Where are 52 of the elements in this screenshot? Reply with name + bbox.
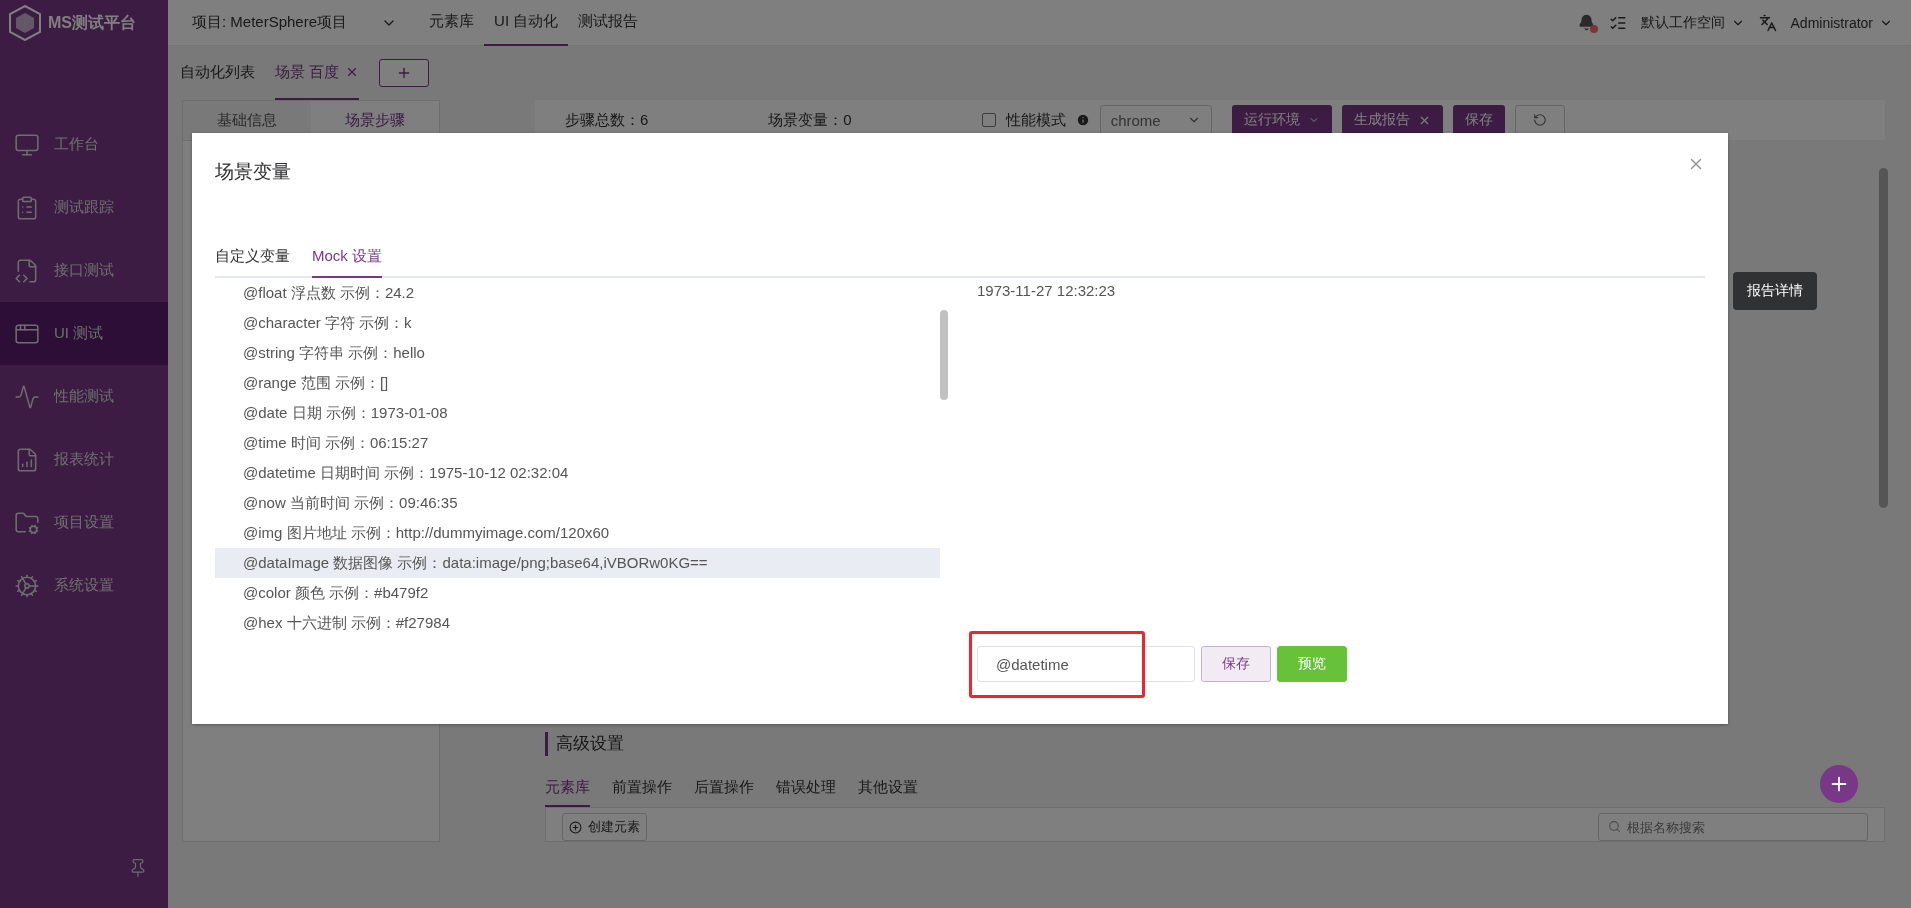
preview-result: 1973-11-27 12:32:23 <box>977 282 1117 299</box>
gear-icon <box>14 572 40 599</box>
page-tab[interactable]: 自动化列表 <box>180 46 255 100</box>
tooltip: 报告详情 <box>1733 272 1817 310</box>
settings-tab[interactable]: 前置操作 <box>612 778 672 807</box>
app-logo-text: MS测试平台 <box>48 12 136 33</box>
performance-label: 性能模式 <box>1005 110 1066 130</box>
add-tab-button[interactable] <box>379 59 430 87</box>
sidebar-item[interactable]: 项目设置 <box>0 491 168 554</box>
sidebar-item[interactable]: 接口测试 <box>0 239 168 302</box>
search-icon <box>1608 820 1621 833</box>
step-count: 步骤总数：6 <box>565 110 649 130</box>
dialog-tab[interactable]: 自定义变量 <box>215 239 290 278</box>
settings-tab[interactable]: 错误处理 <box>776 778 836 807</box>
logo-icon <box>8 5 42 41</box>
settings-tab[interactable]: 其他设置 <box>858 778 918 807</box>
workspace-name[interactable]: 默认工作空间 <box>1640 13 1725 32</box>
plus-circle-icon <box>569 820 582 834</box>
expression-input[interactable]: @datetime <box>977 646 1195 682</box>
save-button[interactable]: 保存 <box>1452 105 1505 135</box>
dialog-title: 场景变量 <box>215 160 291 184</box>
performance-checkbox[interactable] <box>981 113 996 127</box>
refresh-button[interactable] <box>1514 105 1565 135</box>
sidebar-item[interactable]: 工作台 <box>0 113 168 176</box>
section-title: 高级设置 <box>545 732 1885 756</box>
sidebar-item[interactable]: 系统设置 <box>0 554 168 617</box>
nav-tab[interactable]: UI 自动化 <box>484 0 569 46</box>
add-button[interactable] <box>1820 765 1858 803</box>
user-name[interactable]: Administrator <box>1790 14 1873 31</box>
sidebar-item[interactable]: 报表统计 <box>0 428 168 491</box>
save-button[interactable]: 保存 <box>1201 646 1271 682</box>
project-name[interactable]: 项目: MeterSphere项目 <box>192 13 348 32</box>
sidebar-item[interactable]: UI 测试 <box>0 302 168 365</box>
run-environment-button[interactable]: 运行环境 <box>1231 105 1332 135</box>
folder-gear-icon <box>14 509 40 536</box>
language-icon[interactable] <box>1758 13 1777 32</box>
nav-tab[interactable]: 元素库 <box>419 0 485 46</box>
generate-report-button[interactable]: 生成报告 <box>1341 105 1443 135</box>
refresh-icon <box>1532 113 1547 127</box>
search-field[interactable]: 根据名称搜索 <box>1598 813 1868 841</box>
info-icon <box>1075 113 1090 127</box>
monitor-icon <box>14 131 40 158</box>
bell-icon[interactable] <box>1577 14 1595 31</box>
settings-tab[interactable]: 后置操作 <box>694 778 754 807</box>
scrollbar-thumb[interactable] <box>940 310 948 400</box>
sidebar-item[interactable]: 性能测试 <box>0 365 168 428</box>
mock-function-item[interactable]: @dataImage 数据图像 示例：data:image/png;base64,iVBORw0KG== <box>215 548 940 578</box>
variable-count[interactable]: 场景变量：0 <box>768 110 852 130</box>
nav-tab[interactable]: 测试报告 <box>568 0 649 46</box>
pulse-chart-icon <box>14 383 40 410</box>
sidebar-item[interactable]: 测试跟踪 <box>0 176 168 239</box>
create-element-button[interactable]: 创建元素 <box>562 813 647 841</box>
